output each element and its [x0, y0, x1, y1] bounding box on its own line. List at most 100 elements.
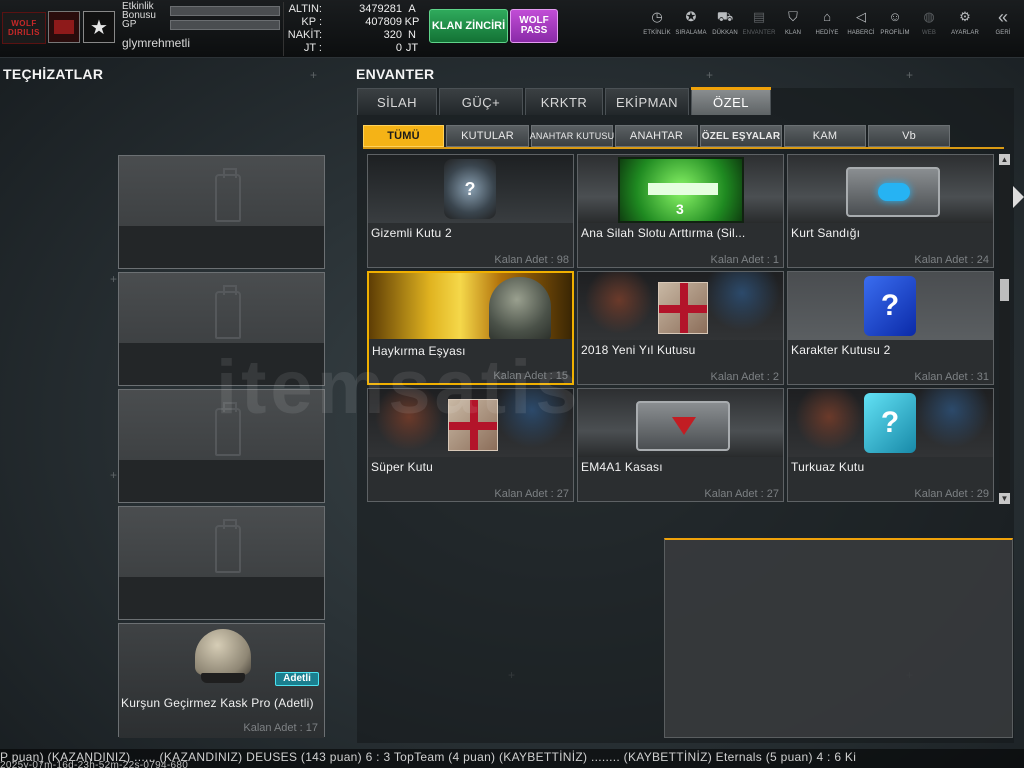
currency-label: ALTIN:: [288, 2, 322, 15]
question-mark: ?: [464, 179, 476, 199]
profile-icon: ☺: [888, 9, 902, 24]
item-count: Kalan Adet : 29: [914, 488, 989, 500]
scroll-up-icon[interactable]: ▲: [999, 154, 1010, 165]
back-icon: «: [997, 7, 1008, 27]
bonus-label: Etkinlik Bonusu: [122, 0, 156, 21]
item-count: Kalan Adet : 24: [914, 254, 989, 266]
medal-icon: ✪: [685, 9, 697, 24]
item-card-selected[interactable]: Haykırma Eşyası Kalan Adet : 15: [367, 271, 574, 385]
wolf-pass-button[interactable]: WOLF PASS: [510, 9, 558, 43]
subtab-underline: [363, 147, 1004, 149]
scroll-down-icon[interactable]: ▼: [999, 493, 1010, 504]
bg-mark: +: [110, 272, 118, 286]
currency-row: KP : 407809 KP: [284, 15, 423, 28]
item-count: Kalan Adet : 98: [494, 254, 569, 266]
equipment-slot-empty[interactable]: [118, 506, 325, 620]
character-box-icon: ?: [864, 276, 916, 336]
nav-label: PROFİLİM: [880, 30, 910, 36]
news-ticker: P puan) (KAZANDINIZ) ...... (KAZANDINIZ)…: [0, 749, 1024, 768]
nav-siralama[interactable]: ✪ SIRALAMA: [674, 8, 708, 52]
item-card[interactable]: 3 Ana Silah Slotu Arttırma (Sil... Kalan…: [577, 154, 784, 268]
nav-profilim[interactable]: ☺ PROFİLİM: [878, 8, 912, 52]
question-mark: ?: [880, 289, 900, 322]
item-count: Kalan Adet : 2: [710, 371, 780, 383]
item-card[interactable]: EM4A1 Kasası Kalan Adet : 27: [577, 388, 784, 502]
item-name: Karakter Kutusu 2: [791, 343, 891, 357]
currency-value: 3479281: [359, 2, 402, 15]
equipment-slot-empty[interactable]: [118, 155, 325, 269]
nav-label: HABERCİ: [847, 30, 875, 36]
equipment-slot-helmet[interactable]: Adetli Kurşun Geçirmez Kask Pro (Adetli)…: [118, 623, 325, 738]
subtab-anahtar-kutusu[interactable]: ANAHTAR KUTUSU: [530, 125, 614, 147]
inventory-icon: ▤: [752, 9, 766, 24]
tab-krktr[interactable]: KRKTR: [525, 88, 603, 115]
game-logo: WOLF DIRILIS: [2, 12, 46, 44]
item-card[interactable]: Kurt Sandığı Kalan Adet : 24: [787, 154, 994, 268]
clock-icon: ◷: [651, 9, 663, 24]
currency-value: 0: [395, 41, 402, 54]
subtab-ozel-esyalar[interactable]: ÖZEL EŞYALAR: [700, 125, 782, 147]
bonus-bar: [170, 5, 280, 16]
category-tabs: SİLAH GÜÇ+ KRKTR EKİPMAN ÖZEL: [357, 87, 773, 115]
currency-row: NAKİT: 320 N: [284, 28, 423, 41]
subtab-kutular[interactable]: KUTULAR: [446, 125, 529, 147]
subtab-tumu[interactable]: TÜMÜ: [363, 125, 444, 147]
item-card[interactable]: ? Gizemli Kutu 2 Kalan Adet : 98: [367, 154, 574, 268]
spray-can-icon: [215, 168, 241, 222]
gear-icon: ⚙: [959, 9, 971, 24]
logo-text: WOLF: [11, 19, 37, 28]
nav-label: ETKİNLİK: [643, 30, 671, 36]
equipment-slot-empty[interactable]: [118, 272, 325, 386]
scroll-thumb[interactable]: [1000, 279, 1009, 301]
nav-etkinlik[interactable]: ◷ ETKİNLİK: [640, 8, 674, 52]
item-name: Turkuaz Kutu: [791, 460, 865, 474]
currency-unit: JT: [405, 41, 419, 54]
nav-haberci[interactable]: ◁ HABERCİ: [844, 8, 878, 52]
nav-geri[interactable]: « GERİ: [984, 8, 1022, 52]
currency-unit: KP: [404, 15, 420, 28]
player-info: Etkinlik Bonusu GP glymrehmetli: [122, 0, 282, 54]
item-card[interactable]: Süper Kutu Kalan Adet : 27: [367, 388, 574, 502]
gun-slot-icon: 3: [618, 157, 744, 223]
slot-number: 3: [676, 201, 684, 217]
weapon-case-icon: [636, 401, 730, 451]
nav-label: ENVANTER: [742, 30, 776, 36]
item-card[interactable]: 2018 Yeni Yıl Kutusu Kalan Adet : 2: [577, 271, 784, 385]
item-card[interactable]: ? Turkuaz Kutu Kalan Adet : 29: [787, 388, 994, 502]
question-mark: ?: [880, 406, 900, 439]
tab-guc[interactable]: GÜÇ+: [439, 88, 523, 115]
nav-hediye[interactable]: ⌂ HEDİYE: [810, 8, 844, 52]
nav-ayarlar[interactable]: ⚙ AYARLAR: [946, 8, 984, 52]
adetli-badge: Adetli: [275, 672, 319, 686]
item-name: EM4A1 Kasası: [581, 460, 663, 474]
subtab-vb[interactable]: Vb: [868, 125, 950, 147]
currency-value: 320: [383, 28, 402, 41]
equipment-item-count: Kalan Adet : 17: [243, 722, 318, 734]
nav-label: GERİ: [995, 30, 1011, 36]
nav-klan[interactable]: ⛉ KLAN: [776, 8, 810, 52]
nav-envanter[interactable]: ▤ ENVANTER: [742, 8, 776, 52]
tab-ekipman[interactable]: EKİPMAN: [605, 88, 689, 115]
clan-emblem[interactable]: [48, 11, 80, 43]
inventory-title: ENVANTER: [356, 66, 435, 82]
nav-web[interactable]: ◍ WEB: [912, 8, 946, 52]
item-card[interactable]: ? Karakter Kutusu 2 Kalan Adet : 31: [787, 271, 994, 385]
item-name: Haykırma Eşyası: [372, 344, 466, 358]
bg-mark: +: [706, 68, 714, 82]
tab-silah[interactable]: SİLAH: [357, 88, 437, 115]
tab-ozel[interactable]: ÖZEL: [691, 87, 771, 115]
inventory-scrollbar[interactable]: ▲ ▼: [999, 154, 1010, 504]
subtab-anahtar[interactable]: ANAHTAR: [615, 125, 698, 147]
currency-unit: N: [408, 28, 416, 41]
currency-label: NAKİT:: [287, 28, 322, 41]
currency-label: JT :: [303, 41, 322, 54]
gift-box-icon: [448, 399, 498, 451]
bg-mark: +: [110, 468, 118, 482]
klan-zinciri-button[interactable]: KLAN ZİNCİRİ: [429, 9, 508, 43]
subtab-kam[interactable]: KAM: [784, 125, 866, 147]
gp-label: GP: [122, 19, 137, 30]
nav-dukkan[interactable]: ⛟ DÜKKAN: [708, 8, 742, 52]
shield-icon: ⛉: [788, 9, 798, 24]
equipment-slot-empty[interactable]: [118, 389, 325, 503]
item-name: Gizemli Kutu 2: [371, 226, 452, 240]
